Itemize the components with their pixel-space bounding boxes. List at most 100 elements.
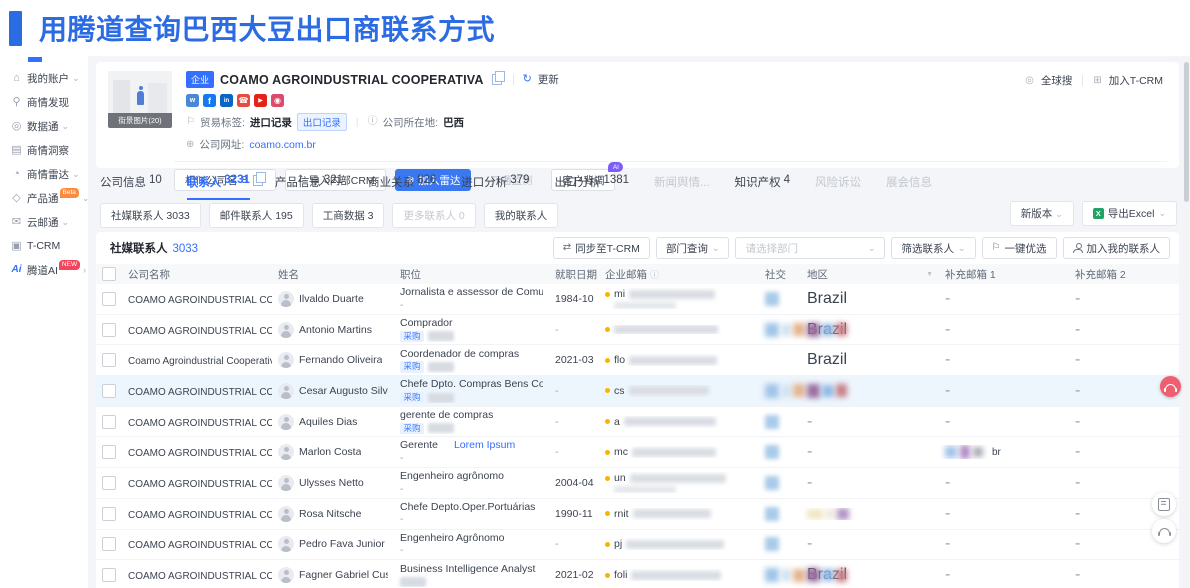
tab-展会信息[interactable]: 展会信息: [886, 174, 932, 200]
chevron-down-icon: ⌄: [1055, 209, 1063, 219]
website-label: 公司网址:: [199, 137, 244, 152]
chevron-down-icon: ⌄: [82, 194, 90, 203]
phone-icon[interactable]: ☎: [237, 94, 250, 107]
instagram-icon[interactable]: ◉: [271, 94, 284, 107]
chip-社媒联系人[interactable]: 社媒联系人 3033: [100, 203, 201, 228]
blurred-block: [793, 323, 805, 336]
dept-query-dropdown[interactable]: 部门查询 ⌄: [656, 237, 730, 259]
feedback-survey-button[interactable]: [1152, 492, 1176, 516]
table-row[interactable]: COAMO AGROINDUSTRIAL COOPERAT...Fagner G…: [96, 560, 1179, 588]
contact-company: COAMO AGROINDUSTRIAL COOPERAT...: [128, 295, 272, 306]
avatar: [278, 567, 294, 583]
scrollbar-thumb[interactable]: [1184, 62, 1189, 202]
add-tcrm-link[interactable]: 加入T-CRM: [1109, 73, 1163, 88]
filter-contacts-dropdown[interactable]: 筛选联系人 ⌄: [891, 237, 975, 259]
row-checkbox[interactable]: [102, 292, 116, 306]
column-header-pos: 职位: [394, 267, 549, 282]
contact-email-cell: mi: [599, 288, 759, 309]
table-row[interactable]: COAMO AGROINDUSTRIAL COOPERAT...Marlon C…: [96, 437, 1179, 468]
export-excel-button[interactable]: X 导出Excel ⌄: [1082, 201, 1177, 226]
row-checkbox[interactable]: [102, 323, 116, 337]
contact-position-cell: Chefe Depto.Oper.Portuárias-: [394, 501, 549, 527]
website-icon[interactable]: w: [186, 94, 199, 107]
add-my-contacts-button[interactable]: 加入我的联系人: [1063, 237, 1171, 259]
tab-风险诉讼[interactable]: 风险诉讼: [815, 174, 861, 200]
row-checkbox[interactable]: [102, 353, 116, 367]
contact-extra-email1-cell: -: [939, 351, 1069, 369]
chip-我的联系人[interactable]: 我的联系人: [484, 203, 559, 228]
contact-position: Engenheiro agrônomo: [400, 470, 543, 483]
table-row[interactable]: COAMO AGROINDUSTRIAL COOPERAT...Ulysses …: [96, 468, 1179, 499]
chip-更多联系人[interactable]: 更多联系人 0: [392, 203, 475, 228]
sidebar-item-商情发现[interactable]: ⚲商情发现: [0, 90, 88, 114]
contact-start-date-cell: -: [549, 416, 599, 428]
row-checkbox[interactable]: [102, 507, 116, 521]
blurred-social-icon: [765, 537, 779, 551]
customer-service-float-button[interactable]: [1160, 376, 1181, 397]
tab-知识产权[interactable]: 知识产权4: [735, 174, 790, 200]
sync-tcrm-button[interactable]: ⇄ 同步至T-CRM: [553, 237, 650, 259]
chip-邮件联系人[interactable]: 邮件联系人 195: [209, 203, 304, 228]
sidebar-item-T-CRM[interactable]: ▣T-CRM: [0, 234, 88, 258]
row-checkbox[interactable]: [102, 445, 116, 459]
table-row[interactable]: COAMO AGROINDUSTRIAL COOPERAT...Aquiles …: [96, 407, 1179, 438]
extra-email2: -: [1075, 474, 1080, 491]
extra-email1-text: br: [992, 447, 1001, 458]
table-row[interactable]: COAMO AGROINDUSTRIAL COOPERAT...Antonio …: [96, 315, 1179, 346]
row-checkbox[interactable]: [102, 537, 116, 551]
import-record-label: 进口记录: [250, 115, 292, 130]
tab-进口分析[interactable]: 进口分析379: [461, 174, 529, 200]
contact-name: Aquiles Dias: [299, 416, 357, 428]
table-row[interactable]: COAMO AGROINDUSTRIAL COOPERAT...Rosa Nit…: [96, 499, 1179, 530]
chip-工商数据[interactable]: 工商数据 3: [312, 203, 385, 228]
youtube-icon[interactable]: ▶: [254, 94, 267, 107]
sidebar-item-数据通[interactable]: ◎数据通⌄: [0, 114, 88, 138]
sidebar-item-产品通[interactable]: ◇产品通Beta⌄: [0, 186, 88, 210]
table-row[interactable]: COAMO AGROINDUSTRIAL COOPERAT...Pedro Fa…: [96, 530, 1179, 561]
column-header-email: 企业邮箱ⓘ: [599, 267, 759, 282]
headset-icon: [1159, 528, 1170, 534]
copy-icon[interactable]: [492, 74, 502, 85]
contact-extra-email1-cell: -: [939, 290, 1069, 308]
support-headset-button[interactable]: [1152, 519, 1176, 543]
sidebar-item-云邮通[interactable]: ✉云邮通⌄: [0, 210, 88, 234]
crm-icon: ▣: [10, 241, 23, 252]
tab-公司信息[interactable]: 公司信息10: [100, 174, 162, 200]
version-dropdown[interactable]: 新版本 ⌄: [1010, 201, 1074, 226]
contact-region: -: [807, 535, 812, 552]
row-checkbox[interactable]: [102, 384, 116, 398]
contact-name: Cesar Augusto Silva: [299, 385, 388, 397]
tab-联系人[interactable]: 联系人3231: [187, 174, 250, 200]
website-link[interactable]: coamo.com.br: [249, 139, 316, 151]
company-photo-thumbnail[interactable]: 街景图片(20): [108, 71, 172, 128]
sidebar-item-腾道AI[interactable]: Ai腾道AINEW›: [0, 258, 88, 282]
select-all-checkbox[interactable]: [102, 267, 116, 281]
contact-email-cell: [599, 325, 759, 334]
row-checkbox[interactable]: [102, 568, 116, 582]
linkedin-icon[interactable]: in: [220, 94, 233, 107]
filter-contacts-label: 筛选联系人: [901, 241, 954, 256]
row-checkbox[interactable]: [102, 415, 116, 429]
tab-商业关系[interactable]: 商业关系826: [368, 174, 436, 200]
tab-产品信息[interactable]: 产品信息321: [275, 174, 343, 200]
department-tag: 采购: [400, 331, 424, 342]
one-click-select-button[interactable]: ⚐ 一键优选: [982, 237, 1057, 259]
dept-select[interactable]: 请选择部门 ⌄: [735, 237, 885, 259]
contact-position-cell: Coordenador de compras采购: [394, 348, 549, 373]
export-record-tag[interactable]: 出口记录: [297, 113, 347, 131]
filter-funnel-icon[interactable]: ▼: [926, 271, 933, 278]
sidebar-item-我的账户[interactable]: ⌂我的账户⌄: [0, 66, 88, 90]
facebook-icon[interactable]: f: [203, 94, 216, 107]
row-checkbox[interactable]: [102, 476, 116, 490]
refresh-link[interactable]: 更新: [538, 72, 559, 87]
tab-新闻舆情...[interactable]: 新闻舆情...: [654, 174, 710, 200]
sidebar-item-商情洞察[interactable]: ▤商情洞察: [0, 138, 88, 162]
table-row[interactable]: Coamo Agroindustrial CooperativaFernando…: [96, 345, 1179, 376]
position-note-link[interactable]: Lorem Ipsum: [454, 439, 515, 451]
table-row[interactable]: COAMO AGROINDUSTRIAL COOPERAT...Cesar Au…: [96, 376, 1179, 407]
sidebar-item-商情雷达[interactable]: ◔商情雷达⌄: [0, 162, 88, 186]
contact-email-cell: cs: [599, 385, 759, 397]
tab-出口分析[interactable]: 出口分析1381: [554, 174, 629, 200]
table-row[interactable]: COAMO AGROINDUSTRIAL COOPERAT...Ilvaldo …: [96, 284, 1179, 315]
global-search-link[interactable]: 全球搜: [1041, 73, 1073, 88]
